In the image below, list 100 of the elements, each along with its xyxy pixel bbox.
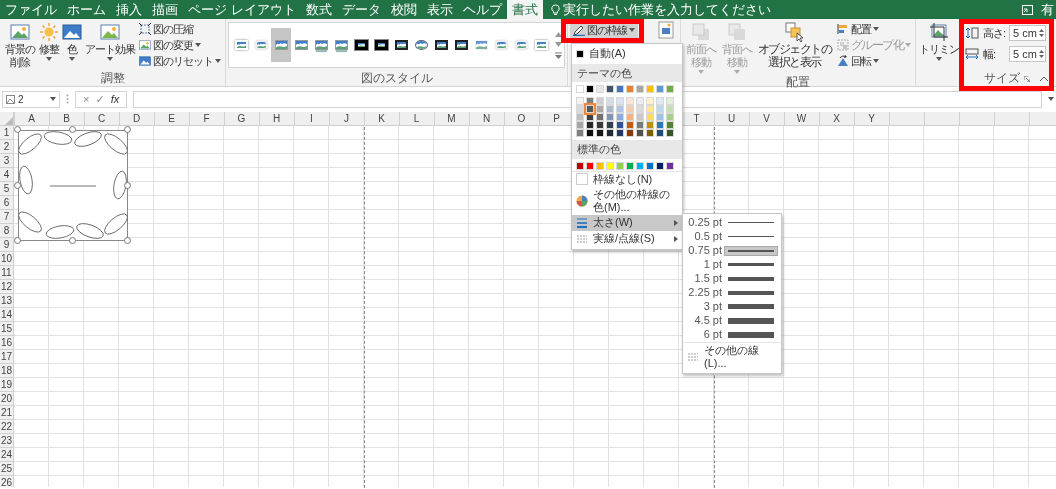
row-header[interactable]: 11 [0,266,13,280]
row-header[interactable]: 17 [0,350,13,364]
color-swatch[interactable] [656,105,664,113]
color-swatch[interactable] [596,161,604,170]
color-swatch[interactable] [666,161,674,170]
color-swatch[interactable] [606,105,614,113]
color-swatch[interactable] [606,129,614,137]
color-swatch[interactable] [636,121,644,129]
color-swatch[interactable] [616,113,624,121]
ribbon-button[interactable]: 図のリセット [137,53,223,69]
menu-item[interactable]: その他の線(L)... [683,341,781,371]
resize-handle[interactable] [124,237,131,244]
name-box[interactable]: 2 [2,90,60,108]
weight-option[interactable]: 6 pt [683,327,781,342]
color-swatch[interactable] [576,97,584,105]
color-swatch[interactable] [596,129,604,137]
insert-function-button[interactable]: fx [107,92,123,106]
color-swatch[interactable] [666,85,674,93]
share-button[interactable]: 有 [1041,0,1054,20]
column-header[interactable]: V [749,112,784,125]
ribbon-tab[interactable]: ページ レイアウト [183,0,301,19]
ribbon-button[interactable]: オブジェクトの選択と表示 [755,21,834,70]
color-swatch[interactable] [586,105,594,113]
resize-handle[interactable] [124,181,131,189]
row-header[interactable]: 13 [0,294,13,308]
row-header[interactable]: 20 [0,392,13,406]
ribbon-button[interactable]: 図の圧縮 [137,21,223,37]
ribbon-tab[interactable]: ファイル [0,0,62,19]
row-header[interactable]: 5 [0,182,13,196]
menu-item[interactable]: その他の枠線の色(M)... [572,186,682,215]
color-swatch[interactable] [636,161,644,170]
weight-option[interactable]: 2.25 pt [683,285,781,300]
color-swatch[interactable] [666,113,674,121]
style-gallery[interactable] [228,22,565,68]
resize-handle[interactable] [69,237,76,244]
column-header[interactable]: M [434,112,469,125]
color-swatch[interactable] [616,121,624,129]
ribbon-button[interactable]: トリミン [918,21,960,62]
ribbon-tab[interactable]: 書式 [506,0,543,19]
column-header[interactable]: X [819,112,854,125]
column-header[interactable]: T [679,112,714,125]
color-swatch[interactable] [576,105,584,113]
color-swatch[interactable] [646,129,654,137]
color-swatch[interactable] [616,105,624,113]
color-swatch[interactable] [616,161,624,170]
spin-field[interactable]: 5 cm [1009,25,1047,42]
column-header[interactable]: U [714,112,749,125]
row-header[interactable]: 9 [0,238,13,252]
spin-field[interactable]: 5 cm [1009,45,1046,62]
row-header[interactable]: 21 [0,406,13,420]
ribbon-tab[interactable]: データ [336,0,386,19]
color-swatch[interactable] [596,97,604,105]
column-header[interactable]: Y [854,112,889,125]
ribbon-button[interactable]: 図の変更 [137,37,223,53]
row-header[interactable]: 1 [0,126,13,140]
ribbon-button[interactable]: アート効果 [84,21,136,62]
color-swatch[interactable] [586,121,594,129]
row-header[interactable]: 2 [0,140,13,154]
ribbon-tab[interactable]: 表示 [421,0,458,19]
column-header[interactable]: G [224,112,259,125]
resize-handle[interactable] [14,181,21,189]
ribbon-tab[interactable]: ホーム [62,0,111,19]
column-header[interactable]: B [49,112,84,125]
color-swatch[interactable] [646,161,654,170]
row-header[interactable]: 12 [0,280,13,294]
column-header[interactable]: L [399,112,434,125]
color-swatch[interactable] [576,85,584,93]
column-header[interactable]: A [14,112,49,125]
color-swatch[interactable] [586,85,594,93]
menu-item[interactable]: 実線/点線(S) [572,230,682,247]
ribbon-button[interactable]: 色 [61,21,83,62]
column-header[interactable]: P [539,112,574,125]
ribbon-button[interactable]: 背景の削除 [2,21,37,70]
color-swatch[interactable] [666,105,674,113]
row-header[interactable]: 23 [0,434,13,448]
color-swatch[interactable] [576,113,584,121]
menu-item[interactable]: 自動(A) [572,45,682,62]
color-swatch[interactable] [586,129,594,137]
color-swatch[interactable] [646,121,654,129]
resize-handle[interactable] [14,126,21,133]
row-header[interactable]: 14 [0,308,13,322]
row-header[interactable]: 25 [0,462,13,476]
weight-option[interactable]: 3 pt [683,299,781,314]
color-swatch[interactable] [656,161,664,170]
ribbon-tab[interactable]: 描画 [147,0,183,19]
picture-style-thumbnail[interactable] [271,28,291,62]
column-header[interactable]: H [259,112,294,125]
menu-item[interactable]: 太さ(W) [572,214,682,231]
color-swatch[interactable] [626,161,634,170]
color-swatch[interactable] [656,129,664,137]
color-swatch[interactable] [656,121,664,129]
color-swatch[interactable] [636,97,644,105]
color-swatch[interactable] [646,97,654,105]
column-header[interactable]: C [84,112,119,125]
ribbon-button[interactable]: 回転 [834,53,913,69]
color-swatch[interactable] [636,129,644,137]
column-header[interactable]: N [469,112,504,125]
color-swatch[interactable] [626,129,634,137]
ribbon-tab[interactable]: 数式 [300,0,337,19]
color-swatch[interactable] [636,105,644,113]
